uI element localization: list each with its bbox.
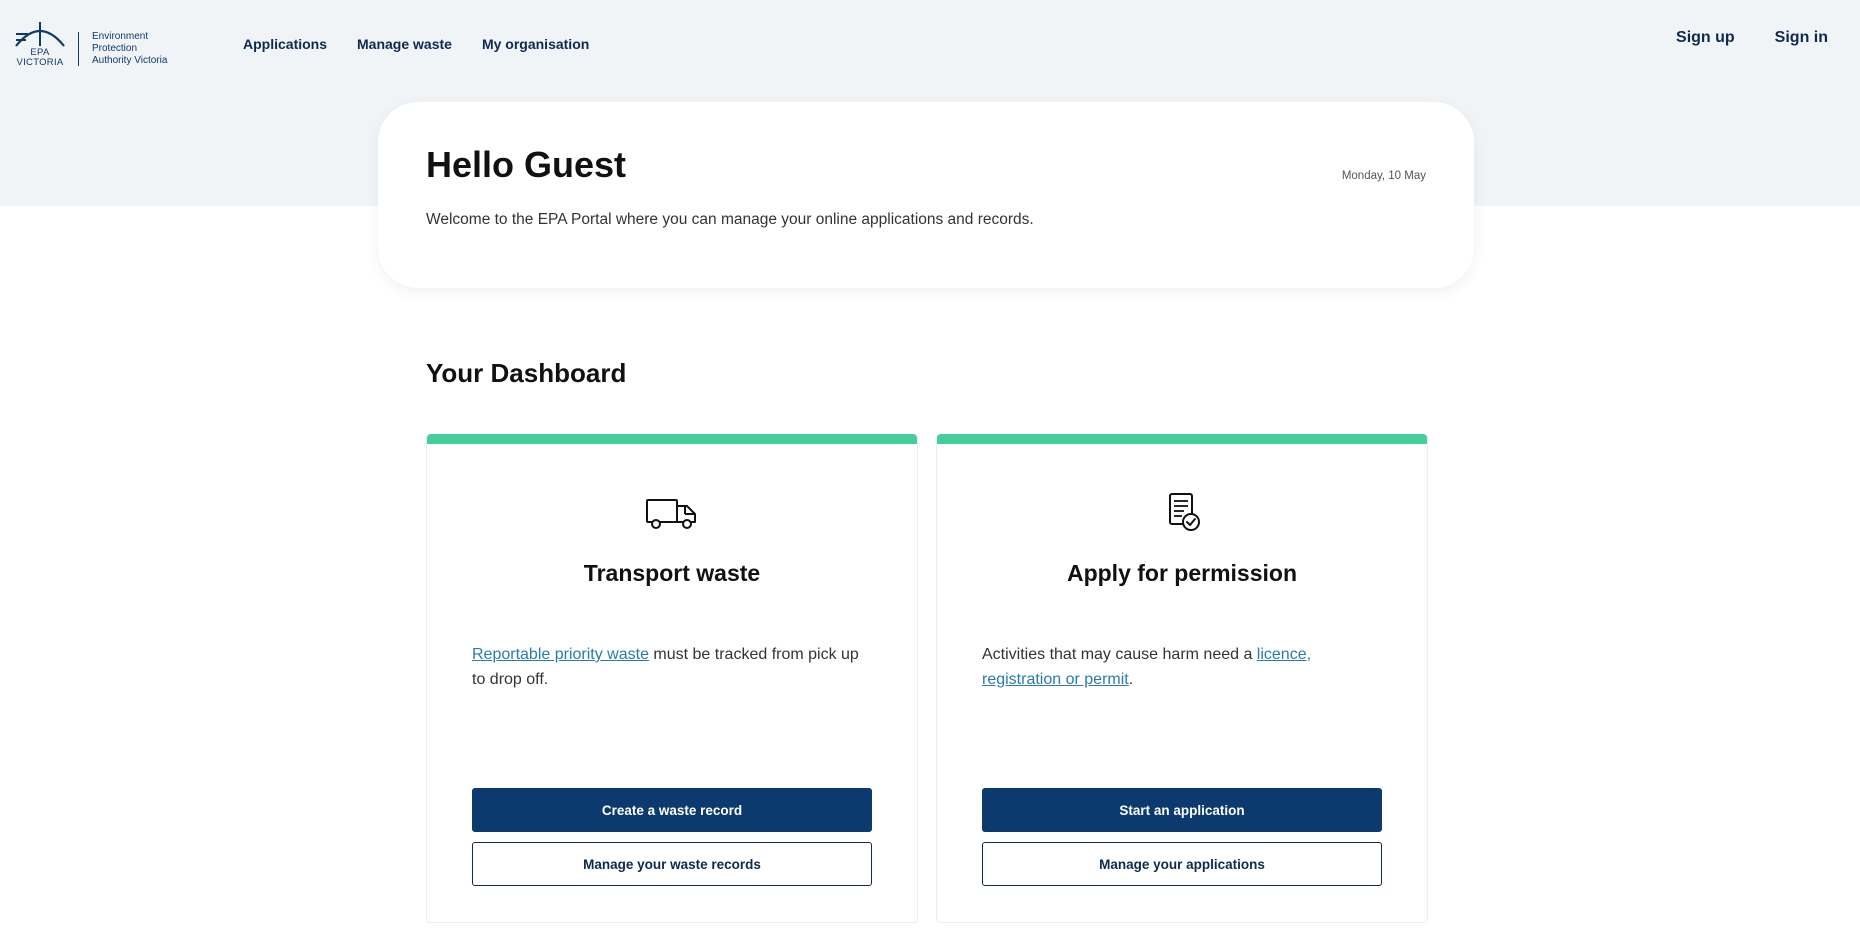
greeting-date: Monday, 10 May (1341, 170, 1426, 182)
create-waste-record-button[interactable]: Create a waste record (472, 788, 872, 832)
logo-divider (78, 32, 79, 66)
logo-name: Environment Protection Authority Victori… (92, 31, 167, 67)
card-description: Reportable priority waste must be tracke… (472, 642, 872, 692)
logo-abbr-line2: VICTORIA (16, 57, 64, 68)
signin-link[interactable]: Sign in (1775, 29, 1828, 47)
main-nav: Applications Manage waste My organisatio… (243, 36, 589, 52)
truck-icon (646, 499, 696, 529)
document-check-icon (1169, 493, 1200, 531)
manage-waste-records-button[interactable]: Manage your waste records (472, 842, 872, 886)
card-description: Activities that may cause harm need a li… (982, 642, 1382, 692)
start-application-button[interactable]: Start an application (982, 788, 1382, 832)
logo-name-line1: Environment (92, 31, 149, 42)
logo-abbreviation: EPA VICTORIA (12, 48, 68, 68)
apply-permission-card: Apply for permission Activities that may… (936, 434, 1428, 923)
manage-applications-button[interactable]: Manage your applications (982, 842, 1382, 886)
card-accent-bar (937, 434, 1427, 444)
nav-manage-waste[interactable]: Manage waste (357, 36, 452, 52)
card-accent-bar (427, 434, 917, 444)
card-title: Apply for permission (1066, 560, 1298, 586)
nav-applications[interactable]: Applications (243, 36, 327, 52)
logo-name-line2: Protection (92, 43, 138, 54)
dashboard-title: Your Dashboard (426, 358, 627, 388)
signup-link[interactable]: Sign up (1676, 29, 1735, 47)
logo-name-line3: Authority Victoria (92, 55, 168, 66)
greeting-subtitle: Welcome to the EPA Portal where you can … (426, 211, 1034, 228)
greeting-title: Hello Guest (426, 144, 627, 185)
transport-waste-card: Transport waste Reportable priority wast… (426, 434, 918, 923)
auth-links: Sign up Sign in (1676, 29, 1828, 47)
card-description-text: Activities that may cause harm need a (982, 646, 1257, 663)
greeting-card: Hello Guest Monday, 10 May Welcome to th… (378, 102, 1474, 288)
epa-logo[interactable]: EPA VICTORIA Environment Protection Auth… (12, 14, 187, 70)
reportable-priority-waste-link[interactable]: Reportable priority waste (472, 646, 649, 663)
card-description-end: . (1128, 671, 1134, 688)
nav-my-organisation[interactable]: My organisation (482, 36, 589, 52)
card-title: Transport waste (583, 560, 761, 586)
